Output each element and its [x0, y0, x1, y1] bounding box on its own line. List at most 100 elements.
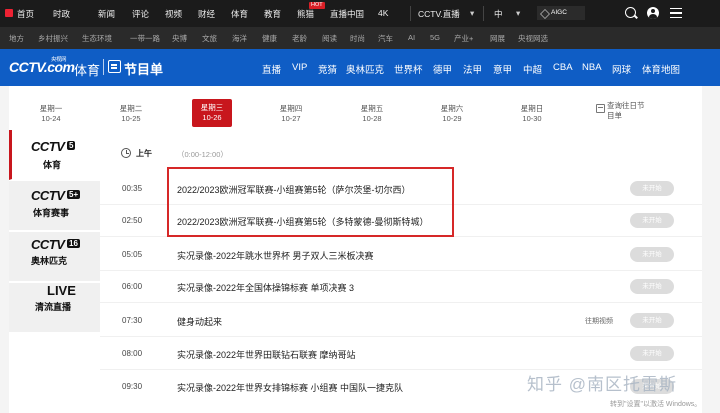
past-query-link[interactable]: 查询往日节目单	[607, 101, 647, 121]
channel-select-arrow-icon[interactable]: ▾	[470, 8, 474, 19]
program-title[interactable]: 实况录像-2022年世界田联钻石联赛 摩纳哥站	[177, 348, 356, 361]
subnav-item[interactable]: 5G	[430, 33, 440, 42]
date-tab-day: 星期一	[39, 104, 63, 113]
program-status-button[interactable]: 未开始	[630, 313, 674, 328]
highlight-annotation	[167, 167, 454, 237]
header-nav-olympic[interactable]: 奥林匹克	[346, 62, 384, 76]
language-select[interactable]: 中	[494, 8, 503, 20]
program-status-button[interactable]: 未开始	[630, 346, 674, 361]
subnav-item[interactable]: 央博	[172, 33, 187, 44]
nav-comment[interactable]: 评论	[132, 8, 149, 20]
nav-4k[interactable]: 4K	[378, 8, 388, 18]
channel-live[interactable]: LIVE 清流直播	[9, 283, 100, 333]
header-nav-csl[interactable]: 中超	[523, 62, 542, 76]
date-tab-day: 星期三	[200, 103, 224, 112]
channel-cctv16[interactable]: CCTV 16 奥林匹克	[9, 232, 100, 282]
program-status-button[interactable]: 未开始	[630, 181, 674, 196]
header-nav-sportsmap[interactable]: 体育地图	[642, 62, 680, 76]
subnav-item[interactable]: 海洋	[232, 33, 247, 44]
subnav-item[interactable]: 乡村振兴	[38, 33, 68, 44]
program-time: 02:50	[122, 216, 143, 225]
channel-subtitle: 奥林匹克	[31, 256, 68, 266]
channel-cctv5plus[interactable]: CCTV 5+ 体育赛事	[9, 181, 100, 231]
program-title[interactable]: 实况录像-2022年全国体操锦标赛 单项决赛 3	[177, 281, 354, 294]
date-tab-day: 星期六	[440, 104, 464, 113]
select-divider	[410, 6, 411, 21]
date-tab-date: 10-25	[121, 114, 141, 123]
subnav-item[interactable]: 一带一路	[130, 33, 160, 44]
header-nav-seriea[interactable]: 意甲	[493, 62, 512, 76]
channel-select[interactable]: CCTV.直播	[418, 8, 460, 20]
subnav-item[interactable]: 阅读	[322, 33, 337, 44]
hot-badge: HOT	[309, 2, 325, 9]
header-nav-tennis[interactable]: 网球	[612, 62, 631, 76]
header-nav-bundesliga[interactable]: 德甲	[433, 62, 452, 76]
channel-cctv5[interactable]: CCTV 5 体育	[9, 130, 100, 180]
aigc-logo[interactable]: AIGC	[537, 6, 585, 20]
nav-news[interactable]: 新闻	[98, 8, 115, 20]
header-divider	[103, 59, 104, 75]
past-video-link[interactable]: 往期视频	[585, 316, 613, 326]
home-icon[interactable]	[5, 9, 13, 17]
header-nav-nba[interactable]: NBA	[582, 62, 602, 73]
nav-sports[interactable]: 体育	[231, 8, 248, 20]
menu-icon[interactable]	[670, 8, 682, 18]
date-tab-wed[interactable]: 星期三 10-26	[192, 99, 232, 127]
subnav-item[interactable]: 老龄	[292, 33, 307, 44]
program-status-button[interactable]: 未开始	[630, 247, 674, 262]
site-header: CCTV.com 央视网 体育 节目单 直播 VIP 竞猜 奥林匹克 世界杯 德甲…	[0, 49, 720, 86]
header-nav-quiz[interactable]: 竞猜	[318, 62, 337, 76]
calendar-icon[interactable]	[596, 104, 605, 113]
date-tab-date: 10-30	[522, 114, 542, 123]
date-tab-date: 10-26	[202, 113, 222, 122]
program-status-button[interactable]: 未开始	[630, 213, 674, 228]
header-nav-ligue1[interactable]: 法甲	[463, 62, 482, 76]
select-divider	[483, 6, 484, 21]
header-nav-worldcup[interactable]: 世界杯	[394, 62, 423, 76]
nav-home[interactable]: 首页	[17, 8, 34, 20]
date-tab-thu[interactable]: 星期四 10-27	[271, 102, 311, 126]
date-tab-mon[interactable]: 星期一 10-24	[31, 102, 71, 126]
header-nav-cba[interactable]: CBA	[553, 62, 573, 73]
channel-number: 5	[67, 141, 76, 150]
program-title[interactable]: 实况录像-2022年世界女排锦标赛 小组赛 中国队一捷克队	[177, 381, 403, 394]
program-time: 07:30	[122, 316, 143, 325]
date-tab-fri[interactable]: 星期五 10-28	[352, 102, 392, 126]
sub-nav-bar: 地方 乡村振兴 生态环境 一带一路 央博 文旅 海洋 健康 老龄 阅读 时尚 汽…	[0, 27, 720, 49]
subnav-item[interactable]: 文旅	[202, 33, 217, 44]
subnav-item[interactable]: 央视网选	[518, 33, 548, 44]
header-nav-live[interactable]: 直播	[262, 62, 281, 76]
subnav-item[interactable]: 健康	[262, 33, 277, 44]
program-status-button[interactable]: 未开始	[630, 279, 674, 294]
nav-education[interactable]: 教育	[264, 8, 281, 20]
schedule-row: 05:05 实况录像-2022年跳水世界杯 男子双人三米板决赛 未开始	[100, 239, 702, 271]
search-icon[interactable]	[625, 7, 636, 18]
subnav-item[interactable]: 汽车	[378, 33, 393, 44]
page-title: 节目单	[124, 62, 164, 77]
subnav-item[interactable]: AI	[408, 33, 415, 42]
nav-finance[interactable]: 财经	[198, 8, 215, 20]
channel-name[interactable]: 体育	[74, 60, 100, 79]
period-label: 上午	[136, 149, 152, 158]
program-title[interactable]: 健身动起来	[177, 315, 222, 328]
channel-number: 5+	[67, 190, 81, 199]
header-nav-vip[interactable]: VIP	[292, 62, 307, 73]
cctv-logo[interactable]: CCTV.com 央视网	[9, 57, 75, 75]
nav-politics[interactable]: 时政	[53, 8, 70, 20]
subnav-item[interactable]: 地方	[9, 33, 24, 44]
program-title[interactable]: 实况录像-2022年跳水世界杯 男子双人三米板决赛	[177, 249, 374, 262]
subnav-item[interactable]: 网展	[490, 33, 505, 44]
subnav-item[interactable]: 产业+	[454, 33, 473, 44]
date-tab-tue[interactable]: 星期二 10-25	[111, 102, 151, 126]
nav-panda[interactable]: 熊猫	[297, 8, 314, 20]
subnav-item[interactable]: 生态环境	[82, 33, 112, 44]
language-select-arrow-icon[interactable]: ▾	[516, 8, 520, 19]
channel-logo: CCTV	[31, 237, 65, 252]
nav-video[interactable]: 视频	[165, 8, 182, 20]
subnav-item[interactable]: 时尚	[350, 33, 365, 44]
date-tab-sat[interactable]: 星期六 10-29	[432, 102, 472, 126]
date-tab-sun[interactable]: 星期日 10-30	[512, 102, 552, 126]
nav-live-china[interactable]: 直播中国	[330, 8, 364, 20]
channel-logo: CCTV	[31, 188, 65, 203]
user-icon[interactable]	[647, 7, 659, 19]
